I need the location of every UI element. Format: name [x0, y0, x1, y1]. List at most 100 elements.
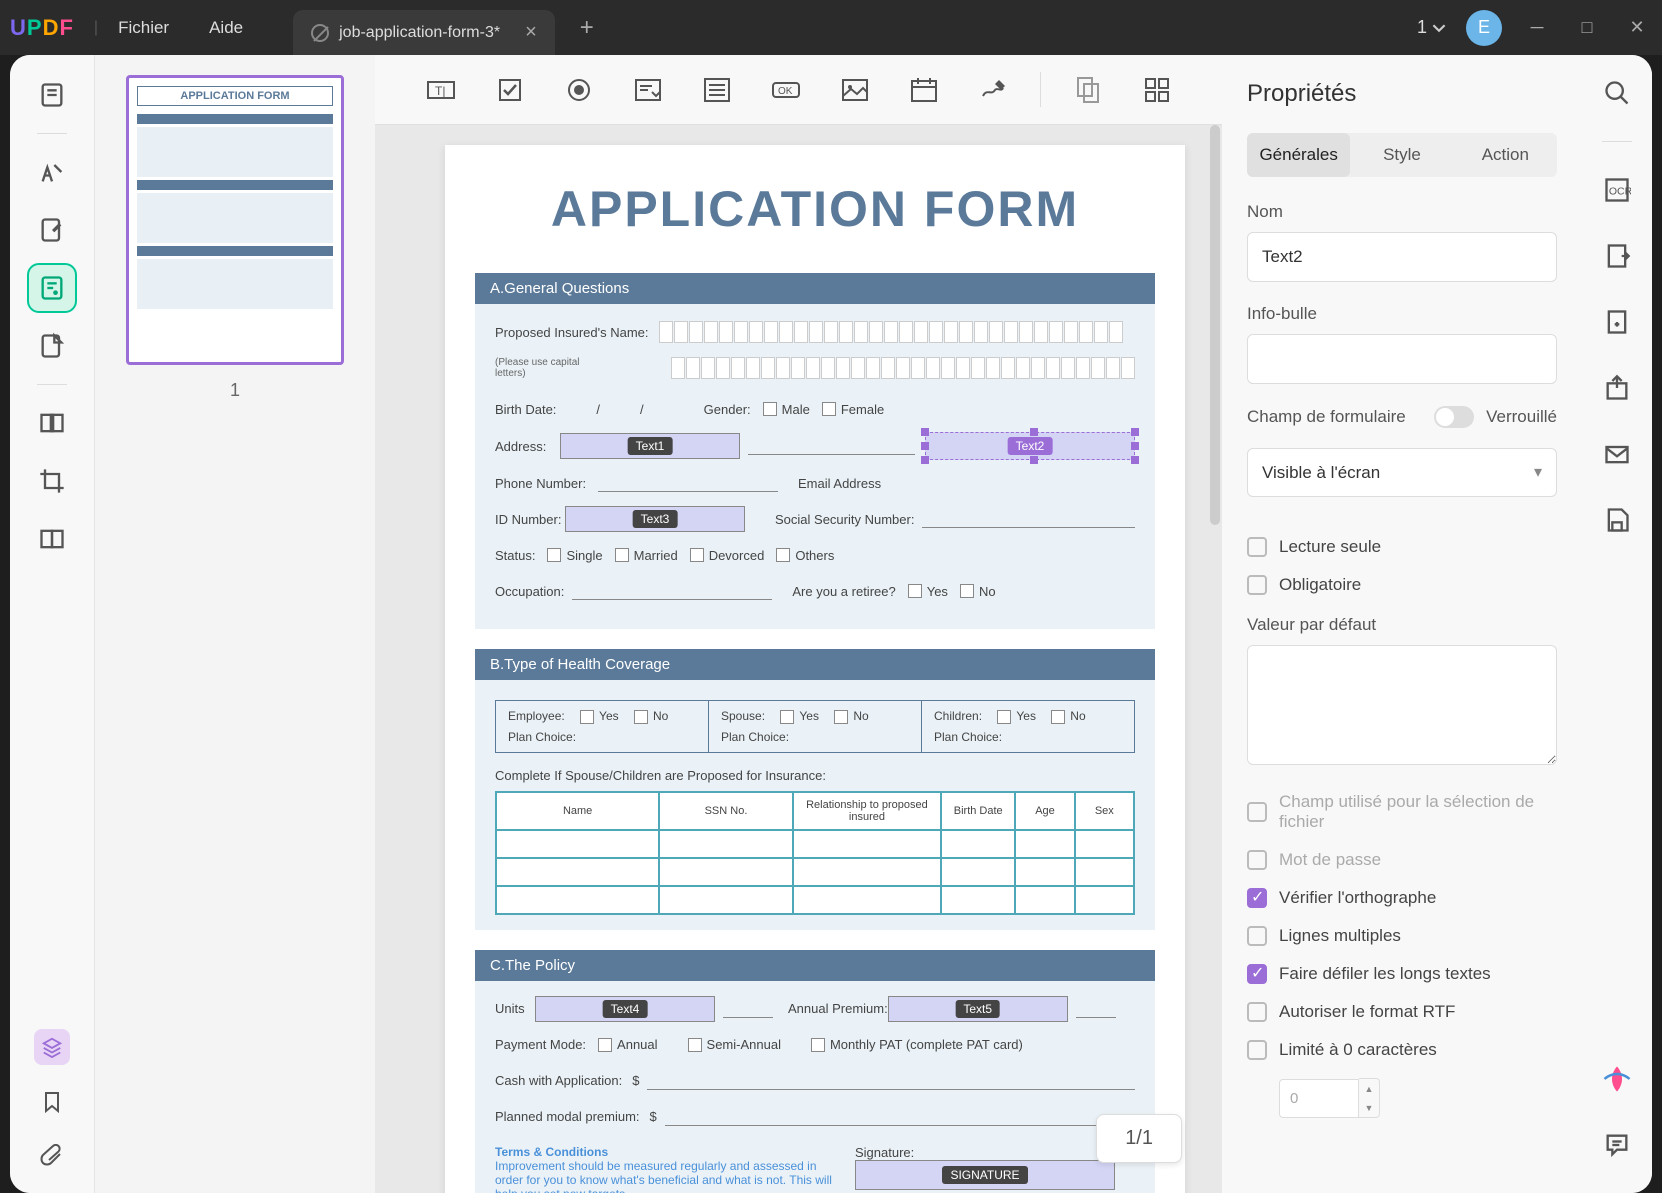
monthly-cb[interactable] [811, 1038, 825, 1052]
organize-tool[interactable] [27, 321, 77, 371]
table-row[interactable] [496, 830, 1134, 858]
page-counter[interactable]: 1/1 [1096, 1114, 1182, 1163]
listbox-tool[interactable] [695, 68, 739, 112]
sp-no-cb[interactable] [834, 710, 848, 724]
menu-help[interactable]: Aide [209, 18, 243, 38]
tab-action[interactable]: Action [1454, 133, 1557, 177]
section-c-header: C.The Policy [475, 950, 1155, 981]
crop-tool[interactable] [27, 456, 77, 506]
ch-no-cb[interactable] [1051, 710, 1065, 724]
bookmark-icon[interactable] [40, 1090, 64, 1119]
text5-field[interactable]: Text5 [888, 996, 1068, 1022]
add-tab-button[interactable]: + [580, 14, 594, 42]
married-cb[interactable] [615, 548, 629, 562]
image-tool[interactable] [833, 68, 877, 112]
tab-close-icon[interactable]: × [525, 21, 537, 44]
copy-tool[interactable] [1066, 68, 1110, 112]
tooltip-input[interactable] [1247, 334, 1557, 384]
text-field-tool[interactable]: T| [419, 68, 463, 112]
text3-field[interactable]: Text3 [565, 506, 745, 532]
date-tool[interactable] [902, 68, 946, 112]
comment-icon[interactable] [1599, 1127, 1635, 1163]
annotate-tool[interactable] [27, 147, 77, 197]
maximize-button[interactable]: □ [1572, 17, 1602, 38]
tab-general[interactable]: Générales [1247, 133, 1350, 177]
document-tab[interactable]: job-application-form-3* × [293, 10, 555, 55]
grid-tool[interactable] [1135, 68, 1179, 112]
locked-toggle[interactable] [1434, 406, 1474, 428]
form-tool[interactable] [27, 263, 77, 313]
emp-no-cb[interactable] [634, 710, 648, 724]
sp-yes-cb[interactable] [780, 710, 794, 724]
menu-file[interactable]: Fichier [118, 18, 169, 38]
spinner-up[interactable]: ▲ [1359, 1079, 1379, 1098]
annual-cb[interactable] [598, 1038, 612, 1052]
email-icon[interactable] [1599, 436, 1635, 472]
required-checkbox[interactable] [1247, 575, 1267, 595]
redact-tool[interactable] [27, 398, 77, 448]
convert-icon[interactable] [1599, 304, 1635, 340]
name-grid[interactable] [659, 321, 1135, 343]
close-button[interactable]: ✕ [1622, 17, 1652, 38]
checkbox-tool[interactable] [488, 68, 532, 112]
tab-style[interactable]: Style [1350, 133, 1453, 177]
ai-icon[interactable] [1599, 1061, 1635, 1097]
vertical-scrollbar[interactable] [1210, 125, 1220, 525]
charlimit-checkbox[interactable] [1247, 1040, 1267, 1060]
name-input[interactable] [1247, 232, 1557, 282]
default-value-input[interactable] [1247, 645, 1557, 765]
table-row[interactable] [496, 886, 1134, 914]
visibility-select[interactable]: Visible à l'écran [1247, 448, 1557, 497]
retiree-no-cb[interactable] [960, 584, 974, 598]
single-cb[interactable] [547, 548, 561, 562]
search-icon[interactable] [1599, 75, 1635, 111]
save-icon[interactable] [1599, 502, 1635, 538]
signature-tool[interactable] [971, 68, 1015, 112]
document-scroll[interactable]: APPLICATION FORM A.General Questions Pro… [375, 125, 1222, 1193]
text2-label: Text2 [1008, 437, 1053, 455]
text1-field[interactable]: Text1 [560, 433, 740, 459]
rtf-checkbox[interactable] [1247, 1002, 1267, 1022]
female-checkbox[interactable] [822, 402, 836, 416]
ch-no: No [1070, 709, 1085, 723]
edit-tool[interactable] [27, 205, 77, 255]
minimize-button[interactable]: ─ [1522, 17, 1552, 38]
spellcheck-checkbox[interactable] [1247, 888, 1267, 908]
page-thumbnail[interactable]: APPLICATION FORM [126, 75, 344, 365]
signature-field[interactable]: SIGNATURE [855, 1160, 1115, 1190]
left-sidebar [10, 55, 95, 1193]
share-icon[interactable] [1599, 370, 1635, 406]
dropdown-tool[interactable] [626, 68, 670, 112]
export-icon[interactable] [1599, 238, 1635, 274]
retiree-yes-cb[interactable] [908, 584, 922, 598]
others-cb[interactable] [776, 548, 790, 562]
compare-tool[interactable] [27, 514, 77, 564]
tab-title: job-application-form-3* [339, 24, 500, 42]
radio-tool[interactable] [557, 68, 601, 112]
user-avatar[interactable]: E [1466, 10, 1502, 46]
charlimit-spinner[interactable] [1279, 1079, 1359, 1118]
capital-note: (Please use capital letters) [495, 357, 611, 379]
name-grid-2[interactable] [671, 357, 1135, 379]
charlimit-label: Limité à 0 caractères [1279, 1040, 1437, 1060]
divorced-cb[interactable] [690, 548, 704, 562]
svg-text:OCR: OCR [1609, 186, 1631, 198]
attachment-icon[interactable] [40, 1144, 64, 1173]
page-indicator[interactable]: 1 [1417, 17, 1446, 38]
readonly-checkbox[interactable] [1247, 537, 1267, 557]
spinner-down[interactable]: ▼ [1359, 1098, 1379, 1117]
multiline-checkbox[interactable] [1247, 926, 1267, 946]
text4-field[interactable]: Text4 [535, 996, 715, 1022]
layers-icon[interactable] [34, 1029, 70, 1065]
ocr-icon[interactable]: OCR [1599, 172, 1635, 208]
reader-tool[interactable] [27, 70, 77, 120]
scroll-checkbox[interactable] [1247, 964, 1267, 984]
ch-yes-cb[interactable] [997, 710, 1011, 724]
name-label: Nom [1247, 202, 1557, 222]
button-tool[interactable]: OK [764, 68, 808, 112]
table-row[interactable] [496, 858, 1134, 886]
text2-field[interactable]: Text2 [925, 432, 1135, 460]
emp-yes-cb[interactable] [580, 710, 594, 724]
semi-cb[interactable] [688, 1038, 702, 1052]
male-checkbox[interactable] [763, 402, 777, 416]
